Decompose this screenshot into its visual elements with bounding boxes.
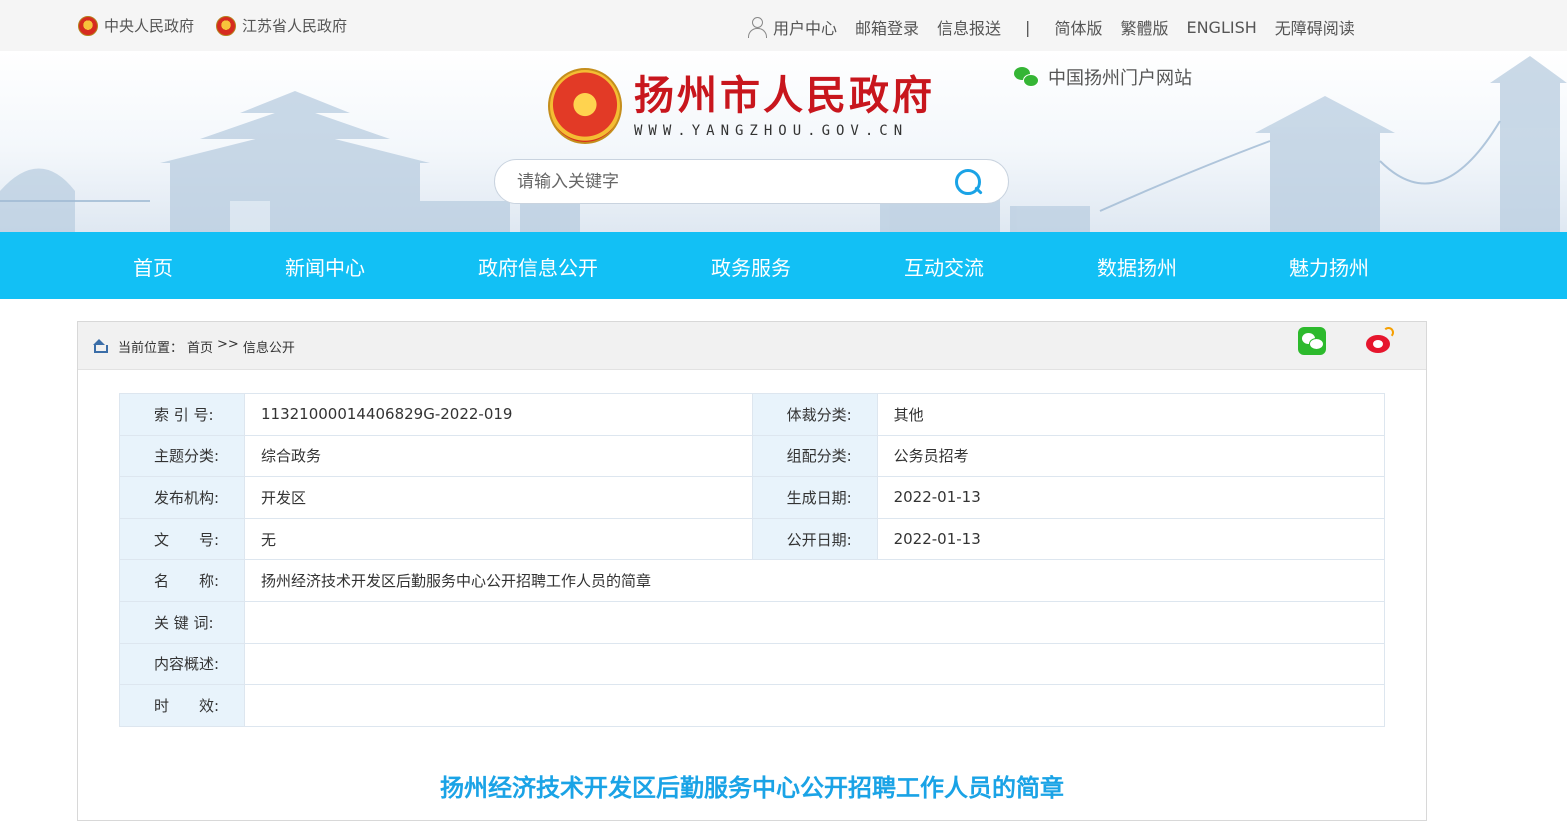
table-row: 关 键 词: — [119, 600, 1386, 644]
central-gov-link[interactable]: 中央人民政府 — [78, 15, 194, 36]
portal-label: 中国扬州门户网站 — [1048, 68, 1192, 89]
search-icon[interactable] — [953, 168, 985, 198]
mail-login-link[interactable]: 邮箱登录 — [855, 15, 919, 39]
traditional-link[interactable]: 繁體版 — [1120, 15, 1168, 39]
breadcrumb-home-link[interactable]: 首页 — [187, 337, 213, 356]
summary-label: 内容概述: — [119, 642, 245, 686]
top-left-links: 中央人民政府 江苏省人民政府 — [78, 15, 347, 36]
table-row: 内容概述: — [119, 642, 1386, 686]
national-emblem-icon — [216, 15, 237, 36]
keywords-value — [243, 600, 1386, 644]
name-value: 扬州经济技术开发区后勤服务中心公开招聘工作人员的简章 — [243, 559, 1386, 602]
breadcrumb-current-link[interactable]: 信息公开 — [243, 337, 295, 356]
validity-value — [243, 684, 1386, 727]
genre-value: 其他 — [876, 393, 1386, 436]
table-row: 发布机构: 开发区 生成日期: 2022-01-13 — [119, 476, 1386, 519]
site-url: WWW.YANGZHOU.GOV.CN — [634, 123, 909, 139]
nav-data[interactable]: 数据扬州 — [1097, 252, 1177, 281]
jiangsu-gov-label: 江苏省人民政府 — [242, 17, 348, 35]
nav-news[interactable]: 新闻中心 — [285, 252, 365, 281]
search-input[interactable] — [517, 170, 937, 194]
genre-label: 体裁分类: — [751, 393, 878, 436]
nav-services[interactable]: 政务服务 — [711, 252, 791, 281]
table-row: 文 号: 无 公开日期: 2022-01-13 — [119, 517, 1386, 561]
summary-value — [243, 642, 1386, 686]
national-emblem-icon — [548, 68, 622, 144]
nav-home[interactable]: 首页 — [133, 252, 173, 281]
share-wechat-icon[interactable] — [1298, 327, 1326, 355]
published-value: 2022-01-13 — [876, 517, 1386, 561]
wechat-icon — [1014, 67, 1039, 87]
table-row: 时 效: — [119, 684, 1386, 727]
info-submit-link[interactable]: 信息报送 — [937, 15, 1001, 39]
main-nav: 首页 新闻中心 政府信息公开 政务服务 互动交流 数据扬州 魅力扬州 — [0, 232, 1567, 299]
top-utility-bar: 中央人民政府 江苏省人民政府 用户中心 邮箱登录 信息报送 | 简体版 繁體版 … — [0, 0, 1567, 51]
created-label: 生成日期: — [751, 476, 878, 519]
nav-gov-info[interactable]: 政府信息公开 — [478, 252, 598, 281]
group-label: 组配分类: — [751, 434, 878, 478]
created-value: 2022-01-13 — [876, 476, 1386, 519]
validity-label: 时 效: — [119, 684, 245, 727]
breadcrumb-separator: >> — [217, 337, 239, 352]
keywords-label: 关 键 词: — [119, 600, 245, 644]
metadata-table: 索 引 号: 11321000014406829G-2022-019 体裁分类:… — [119, 393, 1386, 727]
portal-link[interactable]: 中国扬州门户网站 — [1014, 64, 1192, 90]
index-value: 11321000014406829G-2022-019 — [243, 393, 753, 436]
share-weibo-icon[interactable] — [1365, 327, 1395, 355]
divider: | — [1025, 17, 1031, 37]
group-value: 公务员招考 — [876, 434, 1386, 478]
docno-label: 文 号: — [119, 517, 245, 561]
breadcrumb: 当前位置： 首页 >> 信息公开 — [118, 337, 295, 356]
org-label: 发布机构: — [119, 476, 245, 519]
org-value: 开发区 — [243, 476, 753, 519]
topic-value: 综合政务 — [243, 434, 753, 478]
topic-label: 主题分类: — [119, 434, 245, 478]
home-icon — [92, 339, 108, 353]
document-title: 扬州经济技术开发区后勤服务中心公开招聘工作人员的简章 — [440, 774, 1064, 802]
content-panel: 当前位置： 首页 >> 信息公开 索 引 号: 1132100001440682… — [77, 321, 1427, 821]
national-emblem-icon — [78, 15, 98, 36]
breadcrumb-bar: 当前位置： 首页 >> 信息公开 — [78, 322, 1426, 370]
central-gov-label: 中央人民政府 — [104, 17, 195, 35]
user-center-link[interactable]: 用户中心 — [773, 15, 837, 39]
table-row: 名 称: 扬州经济技术开发区后勤服务中心公开招聘工作人员的简章 — [119, 559, 1386, 602]
name-label: 名 称: — [119, 559, 245, 602]
top-right-links: 用户中心 邮箱登录 信息报送 | 简体版 繁體版 ENGLISH 无障碍阅读 — [747, 15, 1373, 39]
breadcrumb-prefix: 当前位置： — [118, 341, 184, 356]
user-icon — [747, 16, 767, 38]
index-label: 索 引 号: — [119, 393, 245, 436]
table-row: 索 引 号: 11321000014406829G-2022-019 体裁分类:… — [119, 393, 1386, 436]
site-title: 扬州市人民政府 — [634, 72, 935, 119]
english-link[interactable]: ENGLISH — [1186, 18, 1256, 37]
published-label: 公开日期: — [751, 517, 878, 561]
simplified-link[interactable]: 简体版 — [1054, 15, 1102, 39]
site-logo[interactable]: 扬州市人民政府 WWW.YANGZHOU.GOV.CN — [548, 68, 935, 144]
jiangsu-gov-link[interactable]: 江苏省人民政府 — [216, 15, 347, 36]
accessibility-link[interactable]: 无障碍阅读 — [1275, 15, 1355, 39]
header-banner: 扬州市人民政府 WWW.YANGZHOU.GOV.CN 中国扬州门户网站 — [0, 51, 1567, 232]
table-row: 主题分类: 综合政务 组配分类: 公务员招考 — [119, 434, 1386, 478]
docno-value: 无 — [243, 517, 753, 561]
nav-interaction[interactable]: 互动交流 — [904, 252, 984, 281]
nav-charm[interactable]: 魅力扬州 — [1289, 252, 1369, 281]
search-box — [494, 159, 1009, 204]
